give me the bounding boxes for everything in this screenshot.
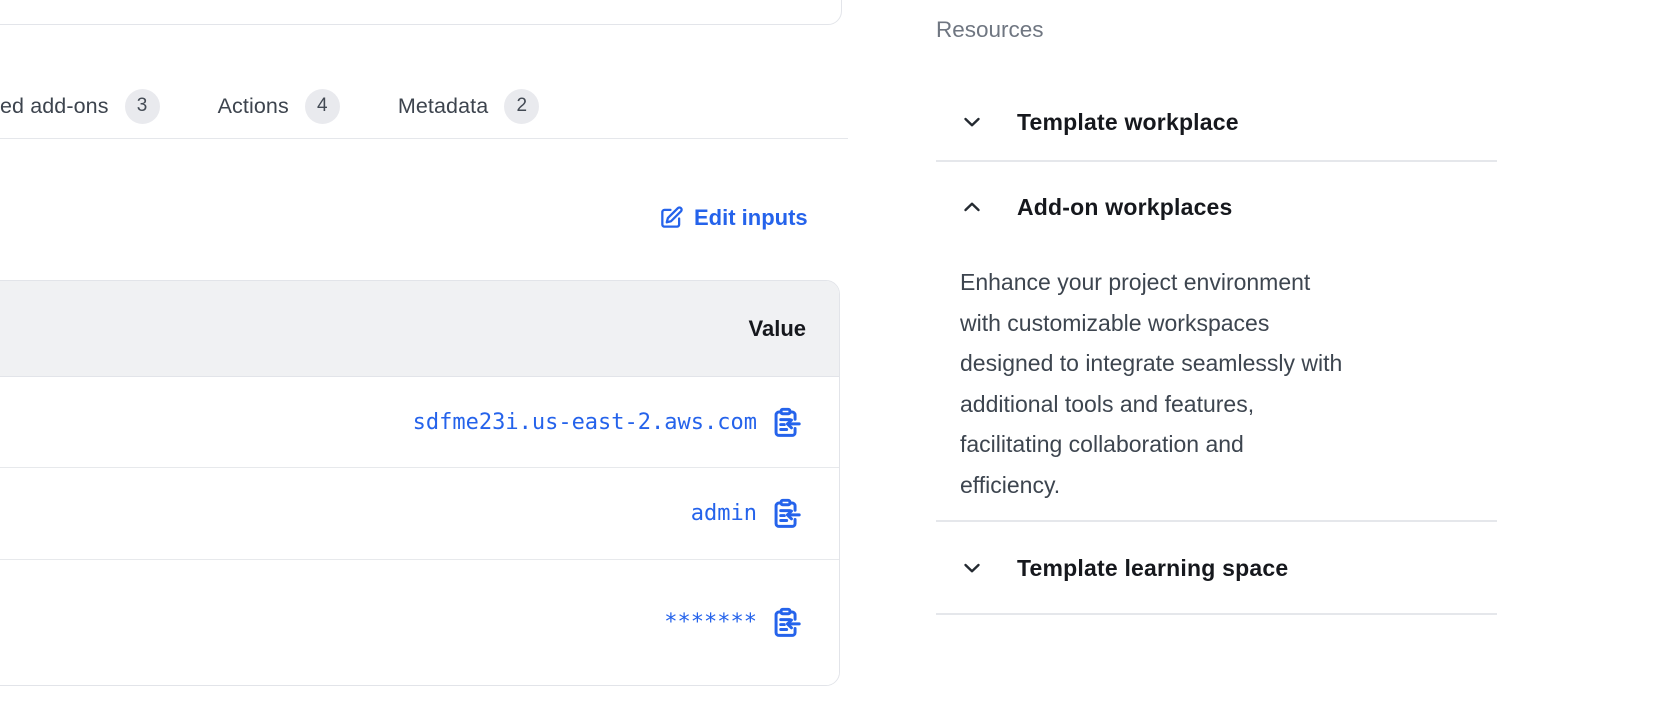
- tab-label: Metadata: [398, 94, 488, 119]
- description-line: additional tools and features,: [960, 384, 1480, 425]
- description-line: efficiency.: [960, 465, 1480, 506]
- section-title: Template learning space: [1017, 555, 1288, 582]
- row-value-text: *******: [664, 610, 757, 635]
- tab-bar: ed add-ons 3 Actions 4 Metadata 2: [0, 74, 848, 139]
- tab-metadata[interactable]: Metadata 2: [398, 89, 539, 124]
- table-row: admin: [0, 467, 839, 559]
- description-line: Enhance your project environment: [960, 262, 1480, 303]
- accordion-template-workplace[interactable]: Template workplace: [936, 96, 1497, 148]
- resources-panel: Resources Template workplace Add-on work…: [936, 0, 1497, 728]
- tab-count-badge: 4: [305, 89, 340, 124]
- pencil-square-icon: [658, 205, 684, 231]
- section-divider: [936, 520, 1497, 522]
- chevron-down-icon: [960, 556, 984, 580]
- section-title: Add-on workplaces: [1017, 194, 1233, 221]
- chevron-down-icon: [960, 110, 984, 134]
- resources-heading: Resources: [936, 17, 1044, 43]
- tab-count-badge: 2: [504, 89, 539, 124]
- top-card-partial: [0, 0, 842, 25]
- description-line: facilitating collaboration and: [960, 424, 1480, 465]
- accordion-add-on-workplaces[interactable]: Add-on workplaces: [936, 181, 1497, 233]
- tab-label: Actions: [218, 94, 289, 119]
- table-header-row: Value: [0, 281, 839, 377]
- edit-inputs-button[interactable]: Edit inputs: [658, 198, 808, 238]
- row-value-text: admin: [691, 501, 757, 526]
- chevron-up-icon: [960, 195, 984, 219]
- description-line: designed to integrate seamlessly with: [960, 343, 1480, 384]
- section-divider: [936, 613, 1497, 615]
- section-title: Template workplace: [1017, 109, 1239, 136]
- clipboard-copy-icon[interactable]: [769, 607, 801, 639]
- tab-installed-add-ons[interactable]: ed add-ons 3: [0, 89, 160, 124]
- row-value-text: sdfme23i.us-east-2.aws.com: [413, 410, 757, 435]
- table-row: *******: [0, 559, 839, 685]
- table-row: sdfme23i.us-east-2.aws.com: [0, 377, 839, 467]
- section-divider: [936, 160, 1497, 162]
- description-line: with customizable workspaces: [960, 303, 1480, 344]
- section-description: Enhance your project environment with cu…: [960, 262, 1480, 505]
- value-column-header: Value: [749, 316, 839, 342]
- clipboard-copy-icon[interactable]: [769, 498, 801, 530]
- page: ed add-ons 3 Actions 4 Metadata 2 Edit i…: [0, 0, 1672, 728]
- tab-label: ed add-ons: [0, 94, 109, 119]
- accordion-template-learning-space[interactable]: Template learning space: [936, 542, 1497, 594]
- tab-count-badge: 3: [125, 89, 160, 124]
- tab-actions[interactable]: Actions 4: [218, 89, 340, 124]
- edit-inputs-label: Edit inputs: [694, 205, 808, 231]
- clipboard-copy-icon[interactable]: [769, 406, 801, 438]
- inputs-table: Value sdfme23i.us-east-2.aws.com admin: [0, 280, 840, 686]
